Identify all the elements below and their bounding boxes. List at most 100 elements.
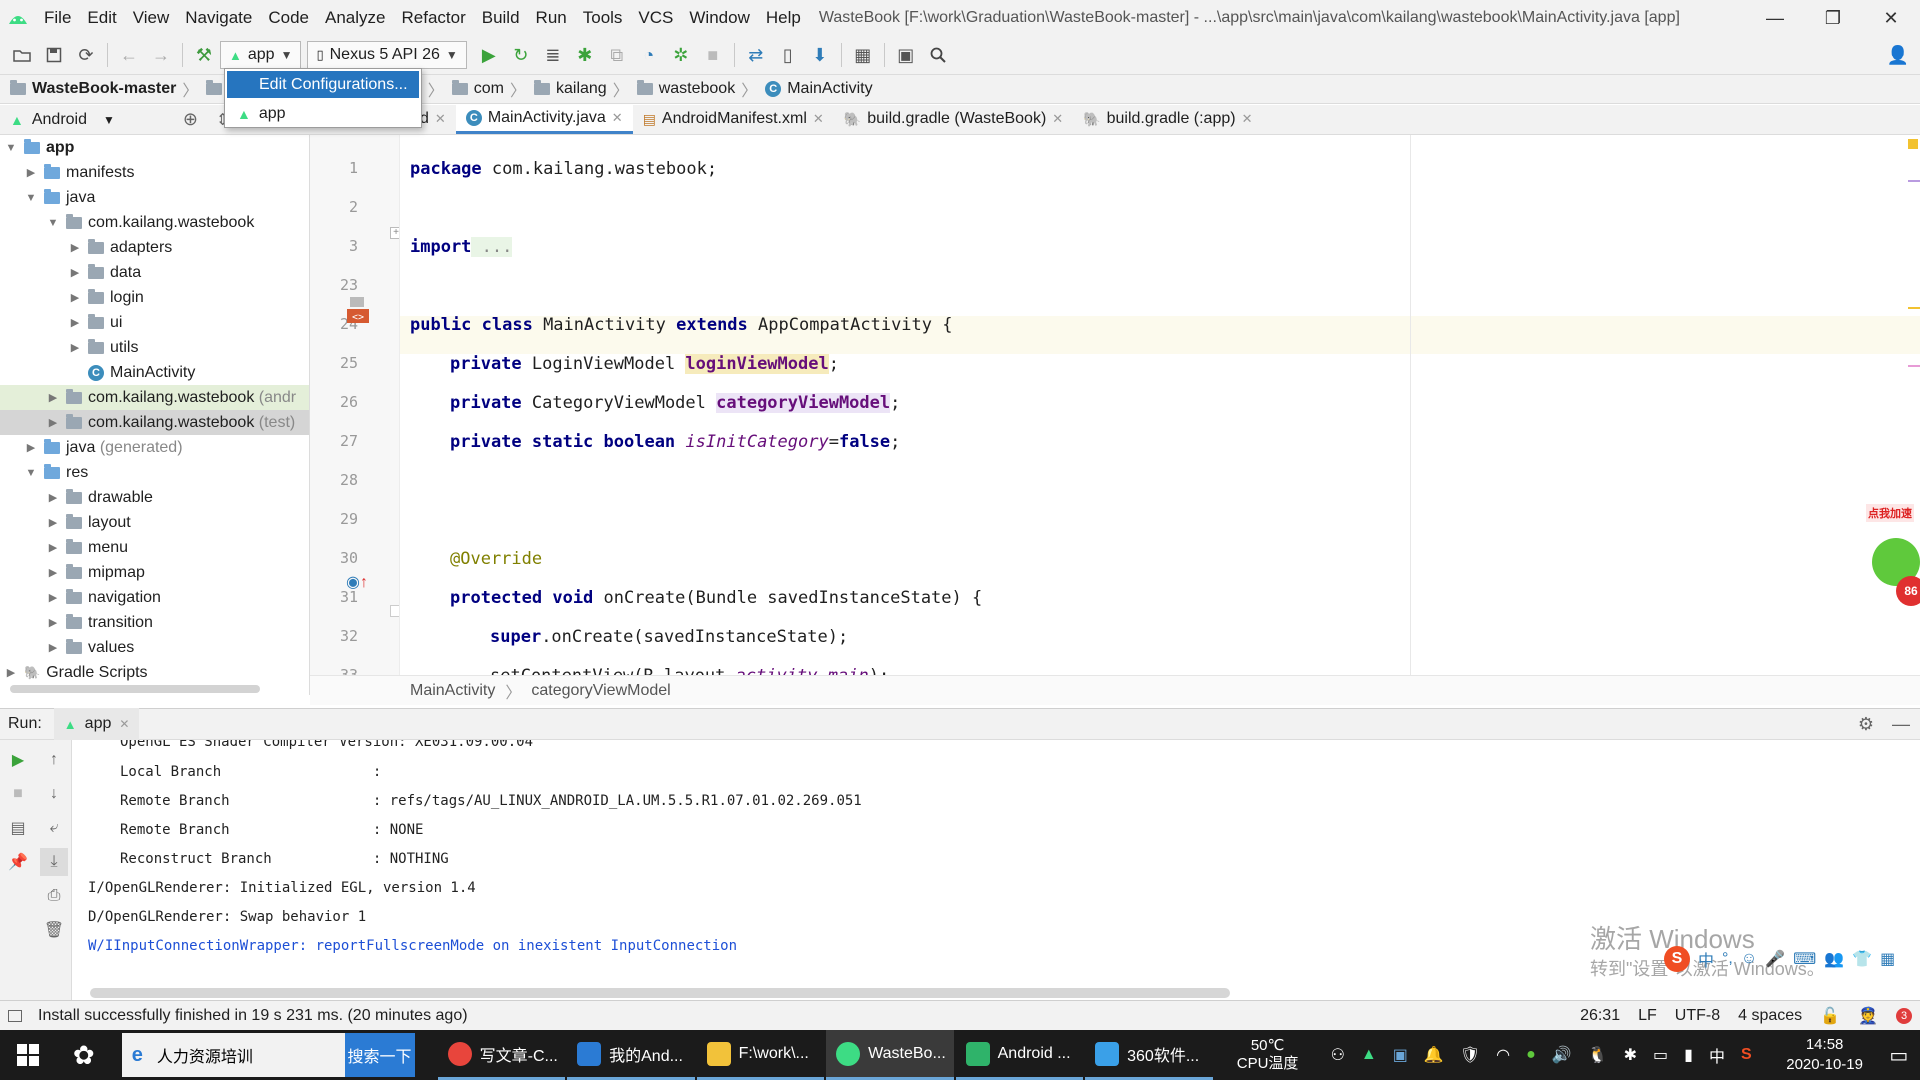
start-button[interactable] [0, 1030, 56, 1080]
tree-item-gradle-scripts[interactable]: ▶ 🐘 Gradle Scripts [0, 660, 309, 685]
tree-item-java[interactable]: ▼ java [0, 185, 309, 210]
config-app-item[interactable]: ▲ app [225, 100, 421, 127]
expand-arrow-icon[interactable]: ▶ [68, 266, 82, 279]
display-icon[interactable]: ▭ [1653, 1045, 1668, 1065]
breadcrumb-mainactivity[interactable]: C MainActivity [765, 80, 878, 98]
expand-arrow-icon[interactable]: ▶ [4, 666, 18, 679]
menu-tools[interactable]: Tools [575, 0, 631, 36]
menu-file[interactable]: File [36, 0, 79, 36]
people-icon[interactable]: ⚇ [1331, 1045, 1345, 1065]
wifi-icon[interactable]: ◠ [1496, 1045, 1510, 1065]
expand-arrow-icon[interactable]: ▶ [46, 616, 60, 629]
breadcrumb-com[interactable]: com [451, 80, 510, 98]
toolbox-icon[interactable]: ▦ [1880, 949, 1895, 969]
security-shield-icon[interactable]: 🛡 [1460, 1045, 1480, 1065]
avd-manager-icon[interactable]: ▯ [772, 39, 804, 71]
close-icon[interactable]: ✕ [119, 717, 129, 731]
emoji-icon[interactable]: ☺ [1741, 950, 1757, 968]
tree-item-package-androidtest[interactable]: ▶ com.kailang.wastebook (andr [0, 385, 309, 410]
chevron-down-icon[interactable]: ▼ [103, 113, 115, 127]
menu-refactor[interactable]: Refactor [393, 0, 473, 36]
tree-item-app[interactable]: ▼ app [0, 135, 309, 160]
tree-item-mainactivity[interactable]: C MainActivity [0, 360, 309, 385]
menu-build[interactable]: Build [474, 0, 528, 36]
menu-vcs[interactable]: VCS [630, 0, 681, 36]
fold-icon[interactable]: + [390, 227, 399, 239]
taskbar-app-phone[interactable]: 我的And... [567, 1030, 695, 1080]
expand-arrow-icon[interactable]: ▶ [46, 541, 60, 554]
file-encoding[interactable]: UTF-8 [1675, 1007, 1720, 1025]
soft-wrap-icon[interactable]: ⤶ [40, 814, 68, 842]
punctuation-icon[interactable]: °, [1722, 950, 1733, 968]
override-gutter-icon[interactable]: ◉↑ [346, 572, 368, 592]
restore-icon[interactable]: ❐ [1804, 0, 1862, 36]
cpu-temperature[interactable]: 50℃ CPU温度 [1215, 1037, 1321, 1073]
expand-arrow-icon[interactable]: ▶ [46, 516, 60, 529]
device-combo[interactable]: ▯ Nexus 5 API 26 ▼ [307, 41, 467, 69]
inspector-icon[interactable]: 👮 [1858, 1006, 1878, 1026]
search-icon[interactable] [922, 39, 954, 71]
ime-mode-icon[interactable]: 中 [1698, 947, 1714, 971]
taskbar-app-360[interactable]: 360软件... [1085, 1030, 1213, 1080]
close-icon[interactable]: ✕ [612, 110, 623, 126]
network-drive-icon[interactable]: ▣ [1393, 1045, 1408, 1065]
indent-setting[interactable]: 4 spaces [1738, 1007, 1802, 1025]
menu-window[interactable]: Window [681, 0, 757, 36]
project-view-selector[interactable]: Android [32, 111, 87, 129]
taskbar-app-android-emulator[interactable]: Android ... [955, 1030, 1084, 1080]
menu-edit[interactable]: Edit [79, 0, 124, 36]
tree-horizontal-scrollbar[interactable] [10, 685, 260, 693]
scroll-to-end-icon[interactable]: ⤓ [40, 848, 68, 876]
close-icon[interactable]: ✕ [813, 111, 824, 127]
expand-arrow-icon[interactable]: ▼ [24, 192, 38, 204]
expand-arrow-icon[interactable]: ▶ [68, 316, 82, 329]
code-editor[interactable]: package com.kailang.wastebook; import ..… [400, 135, 1920, 675]
tree-item-package-test[interactable]: ▶ com.kailang.wastebook (test) [0, 410, 309, 435]
analysis-status-marker[interactable] [1908, 139, 1918, 149]
voice-icon[interactable]: 🎤 [1765, 949, 1785, 969]
lock-icon[interactable]: 🔓 [1820, 1006, 1840, 1026]
menu-code[interactable]: Code [260, 0, 317, 36]
taskbar-search-box[interactable]: e 人力资源培训 搜索一下 [121, 1033, 415, 1077]
tree-item-utils[interactable]: ▶ utils [0, 335, 309, 360]
open-folder-icon[interactable] [6, 39, 38, 71]
clear-all-icon[interactable]: 🗑 [40, 916, 68, 944]
volume-icon[interactable]: 🔊 [1552, 1045, 1572, 1065]
taskbar-clock[interactable]: 14:58 2020-10-19 [1772, 1035, 1878, 1075]
tab-mainactivity[interactable]: C MainActivity.java ✕ [455, 104, 633, 134]
expand-arrow-icon[interactable]: ▶ [68, 341, 82, 354]
run-config-combo[interactable]: ▲ app ▼ [220, 41, 302, 69]
expand-arrow-icon[interactable]: ▼ [46, 217, 60, 229]
rerun-icon[interactable]: ▶ [4, 746, 32, 774]
notification-bell-icon[interactable]: 🔔 [1424, 1045, 1444, 1065]
project-structure-icon[interactable]: ▦ [847, 39, 879, 71]
tool-windows-toggle-icon[interactable] [8, 1009, 22, 1022]
expand-arrow-icon[interactable]: ▼ [24, 467, 38, 479]
event-log-badge[interactable]: 3 [1896, 1007, 1912, 1024]
breadcrumb-project[interactable]: WasteBook-master [10, 80, 182, 98]
tree-item-manifests[interactable]: ▶ manifests [0, 160, 309, 185]
tree-item-adapters[interactable]: ▶ adapters [0, 235, 309, 260]
taskbar-app-android-studio[interactable]: WasteBo... [826, 1030, 954, 1080]
expand-arrow-icon[interactable]: ▼ [4, 142, 18, 154]
code-breadcrumb-class[interactable]: MainActivity [410, 682, 495, 700]
tree-item-transition[interactable]: ▶ transition [0, 610, 309, 635]
taskbar-app-chrome[interactable]: 写文章-C... [437, 1030, 566, 1080]
settings-gear-icon[interactable]: ⚙ [1858, 714, 1874, 735]
menu-analyze[interactable]: Analyze [317, 0, 393, 36]
layout-xml-gutter-icon[interactable]: <> [346, 295, 370, 327]
run-tab-app[interactable]: ▲ app ✕ [53, 708, 140, 740]
qq-icon[interactable]: 🐧 [1588, 1045, 1608, 1065]
tree-item-drawable[interactable]: ▶ drawable [0, 485, 309, 510]
close-icon[interactable]: ✕ [1242, 111, 1253, 127]
expand-arrow-icon[interactable]: ▶ [46, 416, 60, 429]
debug-icon[interactable]: ✱ [569, 39, 601, 71]
tree-item-menu[interactable]: ▶ menu [0, 535, 309, 560]
tree-item-java-generated[interactable]: ▶ java (generated) [0, 435, 309, 460]
tree-item-res[interactable]: ▼ res [0, 460, 309, 485]
tree-item-mipmap[interactable]: ▶ mipmap [0, 560, 309, 585]
pin-tab-icon[interactable]: 📌 [4, 848, 32, 876]
tree-item-data[interactable]: ▶ data [0, 260, 309, 285]
save-all-icon[interactable] [38, 39, 70, 71]
tab-android-manifest[interactable]: ▤ AndroidManifest.xml ✕ [633, 104, 834, 134]
